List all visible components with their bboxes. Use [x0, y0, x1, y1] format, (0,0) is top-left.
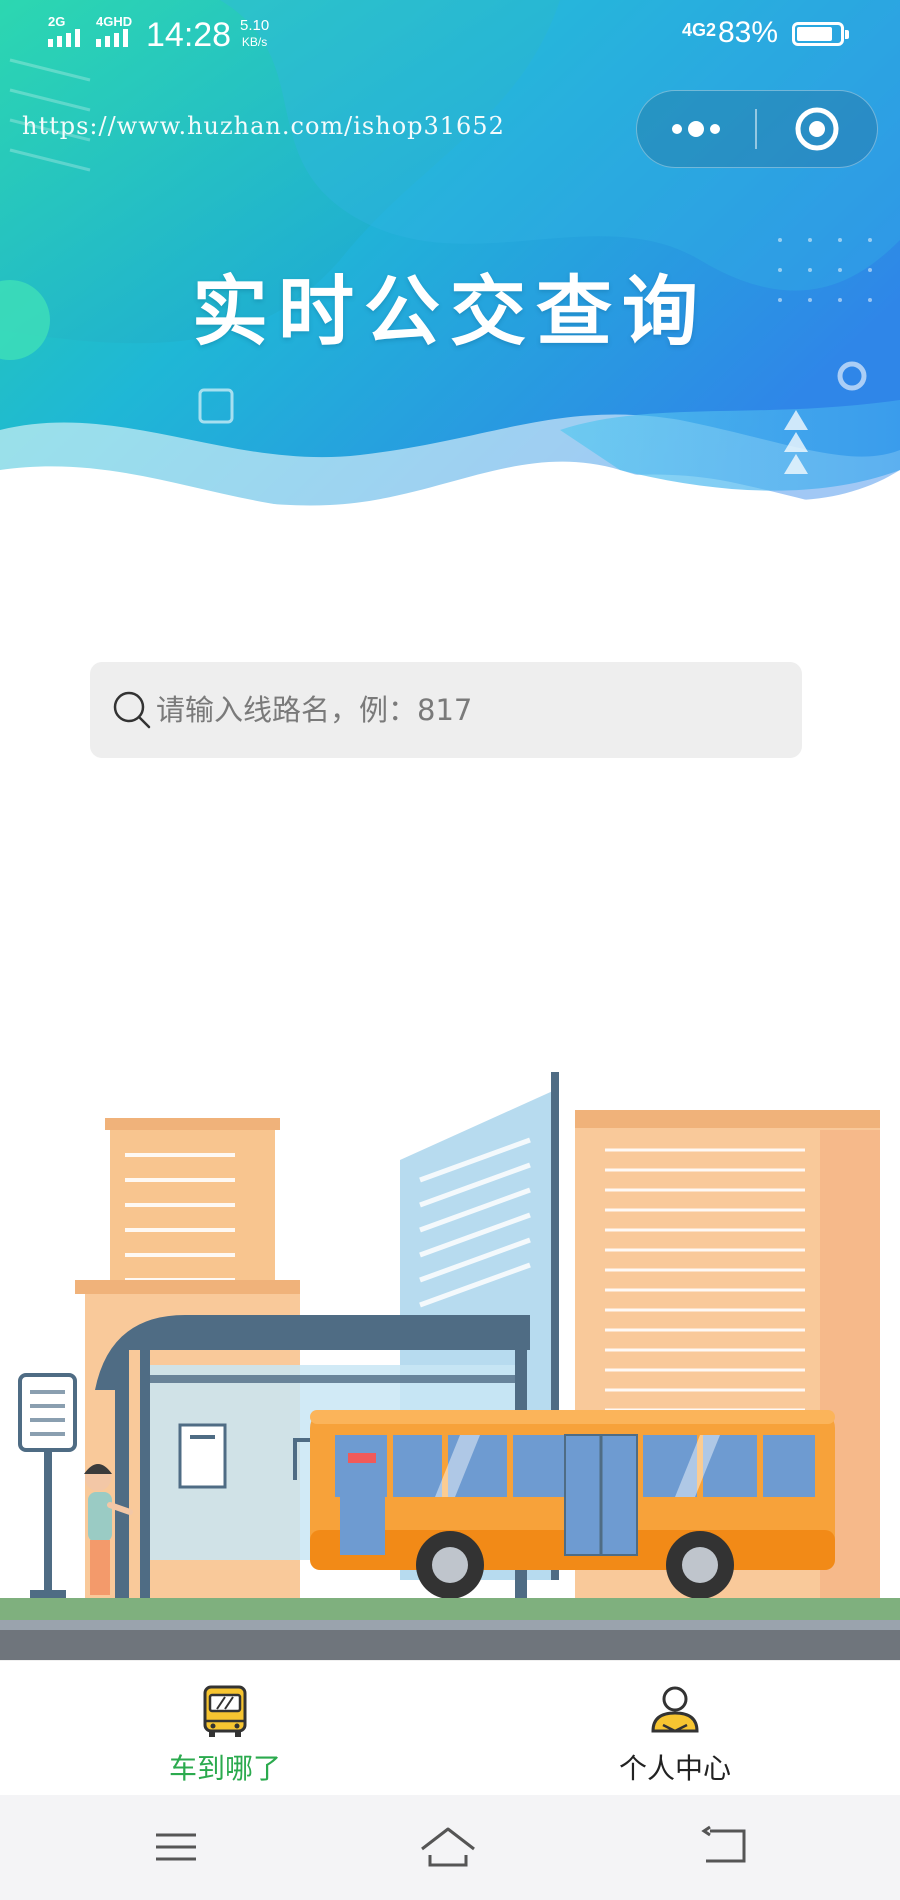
tab-personal-center-label: 个人中心	[618, 1752, 731, 1785]
status-bar: 2G 4GHD 14:28 5.10 KB/s 4G2 83%	[0, 0, 900, 70]
user-icon	[651, 1686, 699, 1733]
tab-bus-location-label: 车到哪了	[168, 1752, 281, 1785]
capsule-more-button[interactable]	[637, 91, 755, 167]
signal-strength-icon	[96, 29, 128, 47]
system-home-button[interactable]	[418, 1817, 478, 1877]
network-speed: 5.10 KB/s	[240, 18, 269, 50]
clock-time: 14:28	[146, 16, 232, 54]
watermark-url: https://www.huzhan.com/ishop31652	[22, 112, 505, 140]
tab-personal-center[interactable]: 个人中心	[450, 1661, 900, 1796]
target-circle-icon	[795, 107, 839, 151]
network-speed-value: 5.10	[240, 17, 270, 34]
capsule-close-button[interactable]	[758, 91, 876, 167]
network-speed-unit: KB/s	[241, 35, 268, 49]
more-dots-icon	[672, 121, 720, 137]
bus-stop-illustration	[0, 1060, 900, 1670]
bottom-tab-bar: 车到哪了 个人中心	[0, 1660, 900, 1796]
signal-strength-icon	[48, 29, 80, 47]
signal-1-label: 2G	[48, 14, 66, 29]
network-type-label: 4G2	[682, 20, 717, 40]
miniprogram-capsule	[636, 90, 878, 168]
battery-icon	[792, 22, 849, 46]
signal-group-2: 4GHD	[96, 14, 134, 47]
search-input[interactable]	[156, 662, 776, 758]
bus-icon	[203, 1685, 247, 1737]
back-icon	[701, 1825, 746, 1863]
signal-2-label: 4GHD	[96, 14, 133, 29]
signal-group-1: 2G	[48, 14, 86, 47]
system-menu-button[interactable]	[146, 1817, 206, 1877]
system-navigation-bar	[0, 1795, 900, 1900]
tab-bus-location[interactable]: 车到哪了	[0, 1661, 450, 1796]
home-icon	[421, 1827, 475, 1867]
system-back-button[interactable]	[696, 1817, 756, 1877]
battery-tip	[845, 30, 849, 39]
capsule-divider	[755, 109, 757, 149]
battery-percent: 83%	[718, 16, 779, 49]
search-bar[interactable]	[90, 662, 802, 758]
battery-fill	[797, 27, 832, 41]
menu-icon	[156, 1833, 196, 1861]
city-bus-scene-image	[0, 1072, 900, 1670]
search-icon	[113, 691, 151, 729]
page-title: 实时公交查询	[192, 267, 708, 356]
